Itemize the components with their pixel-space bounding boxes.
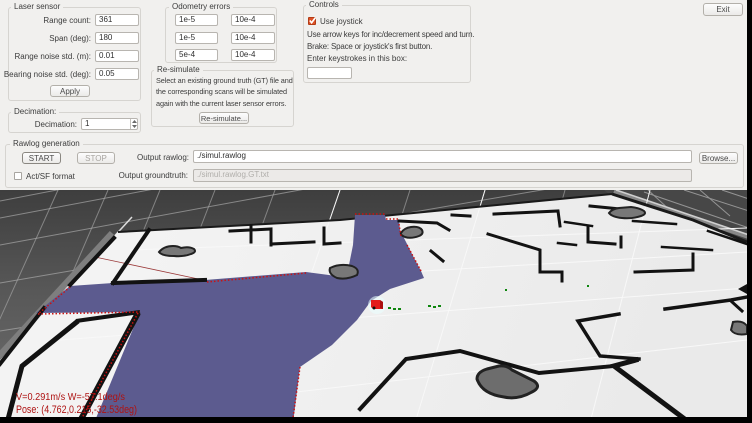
svg-text:V=0.291m/s W=-57.1deg/s: V=0.291m/s W=-57.1deg/s <box>16 391 125 403</box>
svg-text:Pose: (4.762,0.215,-32.53deg): Pose: (4.762,0.215,-32.53deg) <box>16 404 137 416</box>
